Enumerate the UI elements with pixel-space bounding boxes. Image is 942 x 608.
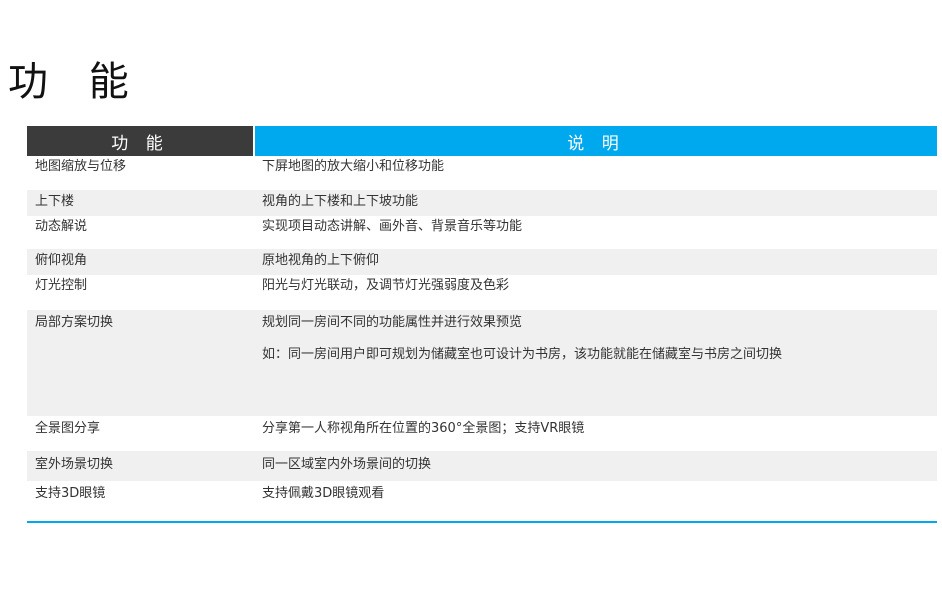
description-line: 视角的上下楼和上下坡功能 [262, 194, 419, 209]
description-line: 规划同一房间不同的功能属性并进行效果预览 [262, 315, 523, 330]
row-description: 下屏地图的放大缩小和位移功能 [255, 158, 937, 190]
row-description: 原地视角的上下俯仰 [255, 252, 937, 275]
description-line: 阳光与灯光联动，及调节灯光强弱度及色彩 [262, 278, 510, 293]
row-description: 分享第一人称视角所在位置的360°全景图；支持VR眼镜 [255, 420, 937, 451]
table-row: 室外场景切换 同一区域室内外场景间的切换 [27, 451, 937, 481]
table-bottom-rule [27, 521, 937, 523]
description-line: 支持佩戴3D眼镜观看 [262, 486, 385, 501]
description-line: 原地视角的上下俯仰 [262, 253, 380, 268]
row-description: 实现项目动态讲解、画外音、背景音乐等功能 [255, 218, 937, 249]
row-feature: 局部方案切换 [35, 315, 114, 330]
header-feature: 功 能 [27, 126, 253, 156]
row-feature: 上下楼 [35, 194, 75, 209]
table-row: 动态解说 实现项目动态讲解、画外音、背景音乐等功能 [27, 216, 937, 249]
row-description: 规划同一房间不同的功能属性并进行效果预览 如：同一房间用户即可规划为储藏室也可设… [255, 314, 937, 416]
row-feature: 全景图分享 [35, 421, 101, 436]
table-row: 局部方案切换 规划同一房间不同的功能属性并进行效果预览 如：同一房间用户即可规划… [27, 310, 937, 416]
row-feature: 俯仰视角 [35, 253, 88, 268]
page-title: 功 能 [8, 59, 143, 105]
table-row: 支持3D眼镜 支持佩戴3D眼镜观看 [27, 481, 937, 515]
table-row: 灯光控制 阳光与灯光联动，及调节灯光强弱度及色彩 [27, 275, 937, 310]
description-line: 分享第一人称视角所在位置的360°全景图；支持VR眼镜 [262, 421, 585, 436]
row-description: 支持佩戴3D眼镜观看 [255, 485, 937, 515]
row-description: 同一区域室内外场景间的切换 [255, 456, 937, 481]
row-description: 视角的上下楼和上下坡功能 [255, 193, 937, 216]
description-line: 同一区域室内外场景间的切换 [262, 457, 432, 472]
row-feature: 灯光控制 [35, 278, 88, 293]
header-description: 说 明 [255, 126, 937, 156]
row-feature: 支持3D眼镜 [35, 486, 106, 501]
row-description: 阳光与灯光联动，及调节灯光强弱度及色彩 [255, 277, 937, 310]
table-row: 地图缩放与位移 下屏地图的放大缩小和位移功能 [27, 156, 937, 190]
table-header: 功 能 说 明 [27, 126, 937, 156]
feature-table: 功 能 说 明 地图缩放与位移 下屏地图的放大缩小和位移功能 上下楼 视角的上下… [27, 126, 937, 515]
row-feature: 室外场景切换 [35, 457, 114, 472]
row-feature: 地图缩放与位移 [35, 159, 127, 174]
description-line: 实现项目动态讲解、画外音、背景音乐等功能 [262, 219, 523, 234]
row-feature: 动态解说 [35, 219, 88, 234]
table-row: 全景图分享 分享第一人称视角所在位置的360°全景图；支持VR眼镜 [27, 416, 937, 451]
description-line: 如：同一房间用户即可规划为储藏室也可设计为书房，该功能就能在储藏室与书房之间切换 [262, 347, 783, 362]
table-row: 上下楼 视角的上下楼和上下坡功能 [27, 190, 937, 216]
table-row: 俯仰视角 原地视角的上下俯仰 [27, 249, 937, 275]
description-line: 下屏地图的放大缩小和位移功能 [262, 159, 445, 174]
